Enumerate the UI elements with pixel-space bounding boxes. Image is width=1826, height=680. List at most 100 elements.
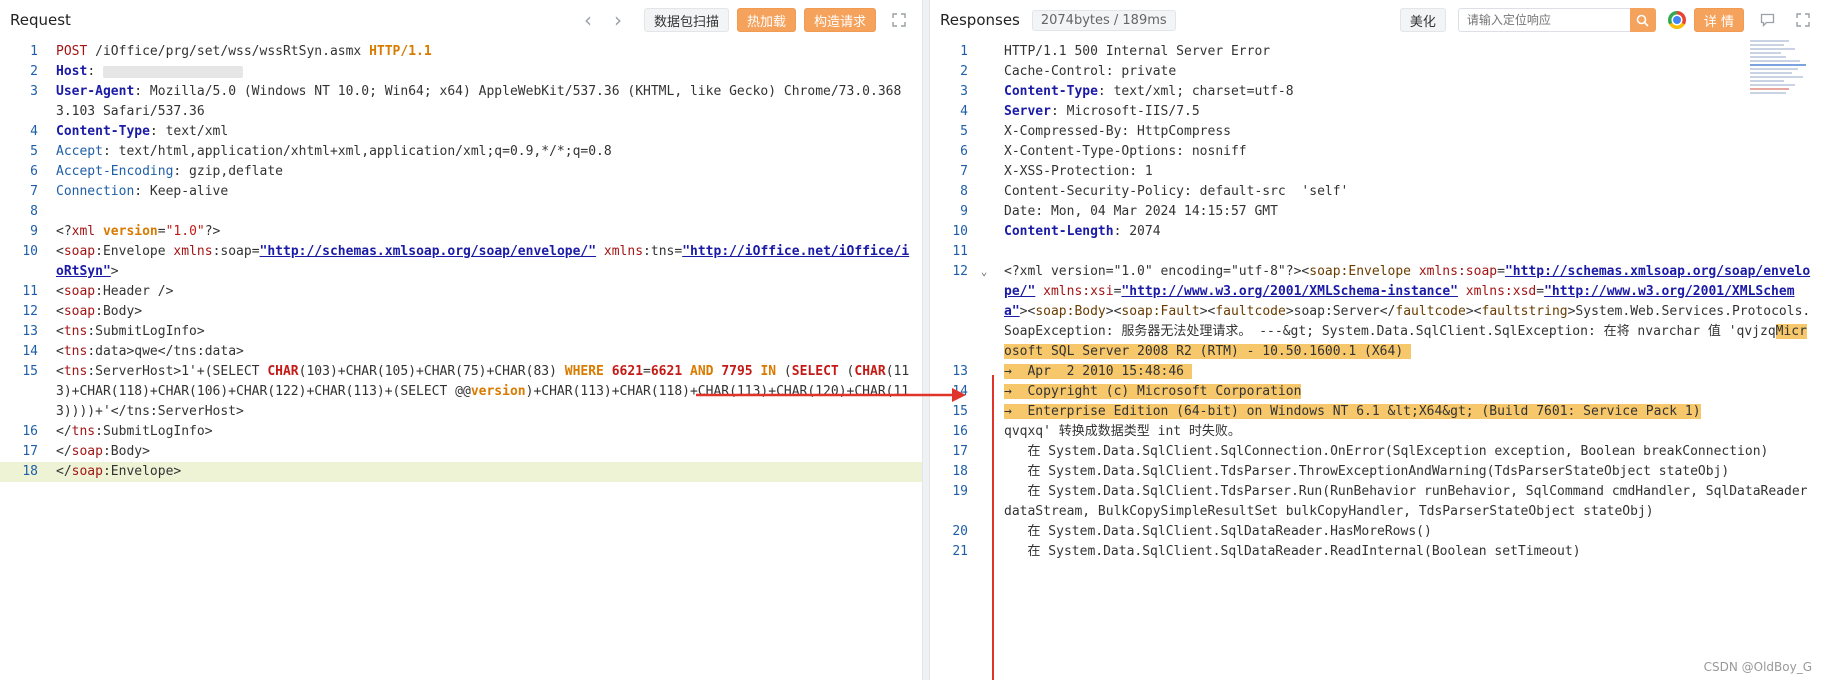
code-line[interactable]: 13 <tns:SubmitLogInfo>	[0, 322, 922, 342]
line-number: 7	[30, 184, 38, 199]
fullscreen-icon[interactable]	[1790, 7, 1816, 33]
response-search-input[interactable]	[1457, 8, 1630, 32]
code-line[interactable]: 16 </tns:SubmitLogInfo>	[0, 422, 922, 442]
code-line[interactable]: 14 → Copyright (c) Microsoft Corporation	[930, 382, 1826, 402]
code-line[interactable]: 6 X-Content-Type-Options: nosniff	[930, 142, 1826, 162]
line-text: Accept-Encoding: gzip,deflate	[56, 164, 283, 179]
request-toolbar: Request ‹ › 数据包扫描 热加载 构造请求	[0, 0, 922, 40]
line-number: 12	[22, 304, 38, 319]
line-text: User-Agent: Mozilla/5.0 (Windows NT 10.0…	[56, 84, 902, 119]
fold-gutter	[976, 402, 992, 422]
code-line[interactable]: 7 X-XSS-Protection: 1	[930, 162, 1826, 182]
code-line[interactable]: 7 Connection: Keep-alive	[0, 182, 922, 202]
code-line[interactable]: 2 Host:	[0, 62, 922, 82]
line-number: 7	[960, 164, 968, 179]
prev-arrow-icon[interactable]: ‹	[576, 8, 600, 32]
line-text: 在 System.Data.SqlClient.TdsParser.ThrowE…	[1004, 464, 1730, 479]
line-number: 1	[30, 44, 38, 59]
code-line[interactable]: 20 在 System.Data.SqlClient.SqlDataReader…	[930, 522, 1826, 542]
packet-scan-button[interactable]: 数据包扫描	[643, 8, 729, 32]
line-number: 6	[960, 144, 968, 159]
line-text: </tns:SubmitLogInfo>	[56, 424, 213, 439]
fold-gutter	[976, 82, 992, 102]
code-line[interactable]: 6 Accept-Encoding: gzip,deflate	[0, 162, 922, 182]
beautify-button[interactable]: 美化	[1399, 8, 1446, 32]
code-line[interactable]: 12 ⌄ <?xml version="1.0" encoding="utf-8"?…	[930, 262, 1826, 362]
code-line[interactable]: 18 </soap:Envelope>	[0, 462, 922, 482]
build-request-button[interactable]: 构造请求	[803, 8, 876, 32]
code-line[interactable]: 14 <tns:data>qwe</tns:data>	[0, 342, 922, 362]
line-number: 5	[960, 124, 968, 139]
code-line[interactable]: 12 <soap:Body>	[0, 302, 922, 322]
code-line[interactable]: 15 → Enterprise Edition (64-bit) on Windo…	[930, 402, 1826, 422]
line-number: 3	[960, 84, 968, 99]
next-arrow-icon[interactable]: ›	[606, 8, 630, 32]
fold-gutter	[976, 242, 992, 262]
fullscreen-icon[interactable]	[886, 7, 912, 33]
line-number: 19	[952, 484, 968, 499]
fold-gutter	[976, 142, 992, 162]
line-number: 4	[960, 104, 968, 119]
fold-chevron-icon[interactable]: ⌄	[976, 262, 992, 362]
line-text: </soap:Envelope>	[56, 464, 182, 479]
response-minimap[interactable]	[1750, 40, 1806, 130]
line-text: Content-Length: 2074	[1004, 224, 1161, 239]
code-line[interactable]: 11	[930, 242, 1826, 262]
line-text: Cache-Control: private	[1004, 64, 1177, 79]
code-line[interactable]: 17 在 System.Data.SqlClient.SqlConnection…	[930, 442, 1826, 462]
chrome-icon[interactable]	[1667, 11, 1686, 29]
line-number: 11	[952, 244, 968, 259]
line-number: 8	[30, 204, 38, 219]
line-number: 13	[22, 324, 38, 339]
code-line[interactable]: 18 在 System.Data.SqlClient.TdsParser.Thr…	[930, 462, 1826, 482]
line-number: 15	[952, 404, 968, 419]
code-line[interactable]: 13 → Apr 2 2010 15:48:46	[930, 362, 1826, 382]
line-text: 在 System.Data.SqlClient.TdsParser.Run(Ru…	[1004, 484, 1816, 519]
line-text: Accept: text/html,application/xhtml+xml,…	[56, 144, 612, 159]
details-button[interactable]: 详 情	[1693, 8, 1744, 32]
code-line[interactable]: 5 X-Compressed-By: HttpCompress	[930, 122, 1826, 142]
hot-load-button[interactable]: 热加载	[736, 8, 796, 32]
code-line[interactable]: 1 POST /iOffice/prg/set/wss/wssRtSyn.asmx…	[0, 42, 922, 62]
code-line[interactable]: 21 在 System.Data.SqlClient.SqlDataReader…	[930, 542, 1826, 562]
code-line[interactable]: 5 Accept: text/html,application/xhtml+xml…	[0, 142, 922, 162]
code-line[interactable]: 9 Date: Mon, 04 Mar 2024 14:15:57 GMT	[930, 202, 1826, 222]
code-line[interactable]: 3 User-Agent: Mozilla/5.0 (Windows NT 10.…	[0, 82, 922, 122]
line-text: X-Compressed-By: HttpCompress	[1004, 124, 1231, 139]
request-editor[interactable]: 1 POST /iOffice/prg/set/wss/wssRtSyn.asmx…	[0, 42, 922, 680]
code-line[interactable]: 10 <soap:Envelope xmlns:soap="http://sche…	[0, 242, 922, 282]
line-number: 20	[952, 524, 968, 539]
code-line[interactable]: 9 <?xml version="1.0"?>	[0, 222, 922, 242]
line-text: <?xml version="1.0"?>	[56, 224, 221, 239]
line-text: Host:	[46, 62, 922, 82]
code-line[interactable]: 4 Server: Microsoft-IIS/7.5	[930, 102, 1826, 122]
line-text: Content-Security-Policy: default-src 'se…	[1004, 184, 1349, 199]
line-text: <tns:data>qwe</tns:data>	[56, 344, 244, 359]
fold-gutter	[976, 62, 992, 82]
code-line[interactable]: 17 </soap:Body>	[0, 442, 922, 462]
code-line[interactable]: 11 <soap:Header />	[0, 282, 922, 302]
pane-splitter[interactable]	[922, 0, 930, 680]
line-number: 17	[22, 444, 38, 459]
code-line[interactable]: 8 Content-Security-Policy: default-src 's…	[930, 182, 1826, 202]
error-range-marker	[992, 375, 994, 680]
code-line[interactable]: 2 Cache-Control: private	[930, 62, 1826, 82]
request-title: Request	[10, 11, 71, 29]
code-line[interactable]: 8	[0, 202, 922, 222]
code-line[interactable]: 3 Content-Type: text/xml; charset=utf-8	[930, 82, 1826, 102]
line-text: → Copyright (c) Microsoft Corporation	[1004, 384, 1302, 399]
search-icon[interactable]	[1629, 8, 1656, 32]
response-title: Responses	[940, 11, 1020, 29]
line-number: 9	[960, 204, 968, 219]
line-number: 13	[952, 364, 968, 379]
code-line[interactable]: 16 qvqxq' 转换成数据类型 int 时失败。	[930, 422, 1826, 442]
fold-gutter	[976, 182, 992, 202]
line-number: 11	[22, 284, 38, 299]
comment-icon[interactable]	[1754, 7, 1780, 33]
code-line[interactable]: 4 Content-Type: text/xml	[0, 122, 922, 142]
response-editor[interactable]: 1 HTTP/1.1 500 Internal Server Error 2 Cach…	[930, 42, 1826, 680]
code-line[interactable]: 19 在 System.Data.SqlClient.TdsParser.Run…	[930, 482, 1826, 522]
response-size-badge: 2074bytes / 189ms	[1031, 9, 1176, 31]
code-line[interactable]: 1 HTTP/1.1 500 Internal Server Error	[930, 42, 1826, 62]
code-line[interactable]: 10 Content-Length: 2074	[930, 222, 1826, 242]
